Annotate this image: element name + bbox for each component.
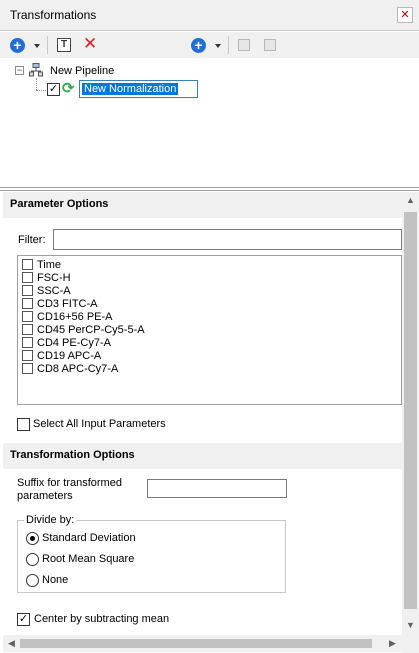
toolbar-separator	[228, 36, 229, 54]
parameter-options-header: Parameter Options	[3, 192, 402, 218]
scroll-left-icon[interactable]: ◀	[3, 635, 20, 652]
tree-root-label[interactable]: New Pipeline	[50, 65, 114, 77]
chevron-down-icon[interactable]	[34, 44, 40, 48]
parameter-label: CD16+56 PE-A	[37, 310, 113, 323]
parameter-checkbox[interactable]	[22, 324, 33, 335]
parameter-list[interactable]: Time FSC-H SSC-A CD3 FITC-A CD16+56 PE-A…	[17, 255, 402, 405]
delete-icon[interactable]: ✕	[83, 35, 97, 53]
scroll-right-icon[interactable]: ▶	[384, 635, 401, 652]
parameter-checkbox[interactable]	[22, 337, 33, 348]
select-all-label[interactable]: Select All Input Parameters	[33, 418, 166, 430]
parameter-checkbox[interactable]	[22, 272, 33, 283]
center-mean-label[interactable]: Center by subtracting mean	[34, 613, 169, 625]
parameter-checkbox[interactable]	[22, 311, 33, 322]
transformation-options-header: Transformation Options	[3, 443, 402, 469]
parameter-label: CD3 FITC-A	[37, 297, 98, 310]
parameter-checkbox[interactable]	[22, 298, 33, 309]
radio-none[interactable]	[26, 574, 39, 587]
chevron-down-icon[interactable]	[215, 44, 221, 48]
pipeline-tree	[0, 58, 419, 188]
parameter-checkbox[interactable]	[22, 363, 33, 374]
select-all-checkbox[interactable]	[17, 418, 30, 431]
list-item[interactable]: Time	[18, 258, 401, 271]
node-enabled-checkbox[interactable]: ✓	[47, 83, 60, 96]
suffix-label: Suffix for transformed parameters	[17, 477, 122, 502]
list-item[interactable]: FSC-H	[18, 271, 401, 284]
add-step-button[interactable]: +	[191, 38, 206, 53]
move-up-icon[interactable]	[238, 39, 250, 51]
tree-connector	[36, 90, 46, 91]
parameter-label: FSC-H	[37, 271, 71, 284]
parameter-label: CD19 APC-A	[37, 349, 102, 362]
close-button[interactable]: ✕	[397, 7, 413, 23]
center-mean-checkbox[interactable]: ✓	[17, 613, 30, 626]
tree-connector	[36, 78, 37, 90]
horizontal-scroll-thumb[interactable]	[20, 639, 372, 648]
filter-label: Filter:	[18, 234, 46, 246]
rename-button[interactable]: T	[57, 38, 71, 52]
parameter-label: Time	[37, 258, 62, 271]
list-item[interactable]: CD16+56 PE-A	[18, 310, 401, 323]
radio-label[interactable]: Root Mean Square	[42, 553, 134, 565]
vertical-scroll-thumb[interactable]	[404, 212, 417, 609]
list-item[interactable]: CD8 APC-Cy7-A	[18, 362, 401, 375]
window-title: Transformations	[10, 8, 97, 22]
parameter-label: CD45 PerCP-Cy5-5-A	[37, 323, 145, 336]
suffix-input[interactable]	[147, 479, 287, 498]
parameter-label: SSC-A	[37, 284, 71, 297]
divide-by-label: Divide by:	[24, 514, 77, 526]
scroll-down-icon[interactable]: ▼	[402, 617, 419, 634]
scroll-corner	[402, 635, 419, 653]
collapse-toggle-icon[interactable]: −	[15, 66, 24, 75]
filter-input[interactable]	[53, 229, 402, 250]
parameter-checkbox[interactable]	[22, 350, 33, 361]
radio-root-mean-square[interactable]	[26, 553, 39, 566]
radio-standard-deviation[interactable]	[26, 532, 39, 545]
node-name-text[interactable]: New Normalization	[82, 83, 179, 95]
list-item[interactable]: CD19 APC-A	[18, 349, 401, 362]
parameter-checkbox[interactable]	[22, 285, 33, 296]
list-item[interactable]: CD4 PE-Cy7-A	[18, 336, 401, 349]
move-down-icon[interactable]	[264, 39, 276, 51]
list-item[interactable]: CD45 PerCP-Cy5-5-A	[18, 323, 401, 336]
parameter-label: CD8 APC-Cy7-A	[37, 362, 119, 375]
parameter-checkbox[interactable]	[22, 259, 33, 270]
node-name-input[interactable]: New Normalization	[79, 80, 198, 98]
list-item[interactable]: CD3 FITC-A	[18, 297, 401, 310]
pipeline-icon	[29, 63, 43, 77]
radio-label[interactable]: Standard Deviation	[42, 532, 136, 544]
scroll-up-icon[interactable]: ▲	[402, 192, 419, 209]
toolbar-separator	[47, 36, 48, 54]
radio-label[interactable]: None	[42, 574, 68, 586]
refresh-icon: ⟳	[62, 80, 75, 97]
parameter-label: CD4 PE-Cy7-A	[37, 336, 111, 349]
list-item[interactable]: SSC-A	[18, 284, 401, 297]
add-transformation-button[interactable]: +	[10, 38, 25, 53]
